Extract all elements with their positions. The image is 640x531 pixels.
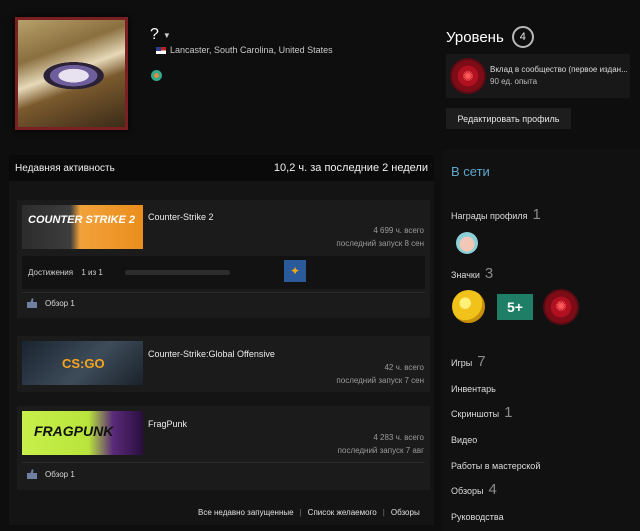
last-played: последний запуск 7 сен — [336, 376, 424, 385]
thumbs-up-icon — [27, 469, 37, 479]
thumbs-up-icon — [27, 298, 37, 308]
favorite-badge-text: Вклад в сообщество (первое издан... 90 е… — [490, 64, 628, 88]
last-played: последний запуск 8 сен — [336, 239, 424, 248]
favorite-badge-xp: 90 ед. опыта — [490, 77, 538, 86]
screenshots-count: 1 — [504, 404, 513, 421]
activity-footer-links: Все недавно запущенные | Список желаемог… — [198, 508, 420, 517]
location: Lancaster, South Carolina, United States — [156, 45, 333, 55]
achievements-count: 1 из 1 — [81, 268, 103, 277]
games-count: 7 — [477, 353, 486, 370]
review-row[interactable]: Обзор 1 — [27, 298, 75, 308]
divider — [22, 292, 425, 293]
review-label: Обзор 1 — [45, 298, 75, 308]
game-name[interactable]: Counter-Strike 2 — [148, 212, 214, 222]
game-thumbnail[interactable]: CS:GO — [22, 341, 143, 385]
games-label: Игры — [451, 358, 473, 368]
last-played: последний запуск 7 авг — [337, 446, 424, 455]
separator: | — [382, 508, 385, 517]
game-name[interactable]: Counter-Strike:Global Offensive — [148, 349, 275, 359]
badges-label: Значки — [451, 270, 480, 280]
online-status: В сети — [451, 164, 490, 179]
sidebar-item-awards[interactable]: Награды профиля 1 — [451, 206, 541, 223]
sidebar-item-reviews[interactable]: Обзоры 4 — [451, 481, 497, 498]
game-hours: 4 699 ч. всего последний запуск 8 сен — [336, 224, 424, 250]
chevron-down-icon[interactable]: ▼ — [163, 31, 171, 40]
workshop-label: Работы в мастерской — [451, 461, 541, 471]
inventory-label: Инвентарь — [451, 384, 496, 394]
level-header: Уровень 4 — [446, 26, 534, 48]
game-card-cs2: COUNTER STRIKE 2 Counter-Strike 2 4 699 … — [17, 200, 430, 318]
five-plus-badge[interactable]: 5+ — [497, 293, 533, 320]
review-label: Обзор 1 — [45, 469, 75, 479]
achievements-label: Достижения 1 из 1 — [28, 268, 103, 277]
cs2-logo-text: COUNTER STRIKE 2 — [28, 214, 135, 226]
avatar[interactable] — [15, 17, 128, 130]
community-seal-badge-icon[interactable] — [545, 290, 577, 323]
favorite-badge[interactable]: Вклад в сообщество (первое издан... 90 е… — [446, 54, 630, 98]
level-circle[interactable]: 4 — [511, 26, 534, 48]
location-text: Lancaster, South Carolina, United States — [170, 45, 333, 55]
edit-profile-button[interactable]: Редактировать профиль — [446, 108, 571, 129]
divider — [22, 462, 425, 463]
sidebar-item-workshop[interactable]: Работы в мастерской — [451, 461, 540, 471]
game-card-csgo: CS:GO Counter-Strike:Global Offensive 42… — [17, 336, 430, 392]
gold-coin-badge-icon[interactable] — [452, 290, 485, 323]
sidebar-item-video[interactable]: Видео — [451, 435, 477, 445]
game-thumbnail[interactable]: COUNTER STRIKE 2 — [22, 205, 143, 249]
hours-total: 4 699 ч. всего — [373, 226, 424, 235]
sidebar-item-guides[interactable]: Руководства — [451, 512, 504, 522]
recent-hours-summary: 10,2 ч. за последние 2 недели — [273, 162, 428, 174]
recent-activity-header: Недавняя активность 10,2 ч. за последние… — [9, 155, 434, 181]
sidebar-item-badges[interactable]: Значки 3 — [451, 265, 493, 282]
community-seal-icon — [452, 60, 484, 92]
hours-total: 42 ч. всего — [384, 363, 424, 372]
featured-badge-icon[interactable] — [151, 70, 162, 81]
achievement-icon[interactable] — [284, 260, 306, 282]
sidebar-item-screenshots[interactable]: Скриншоты 1 — [451, 404, 512, 421]
achievements-row[interactable]: Достижения 1 из 1 — [22, 256, 425, 289]
avatar-image — [18, 20, 125, 127]
achievements-progress-bar — [125, 270, 230, 275]
all-recent-link[interactable]: Все недавно запущенные — [198, 508, 294, 517]
favorite-badge-name: Вклад в сообщество (первое издан... — [490, 65, 628, 74]
separator: | — [299, 508, 302, 517]
sidebar-item-games[interactable]: Игры 7 — [451, 353, 486, 370]
persona-name[interactable]: ? ▼ — [150, 26, 171, 44]
video-label: Видео — [451, 435, 478, 445]
review-row[interactable]: Обзор 1 — [27, 469, 75, 479]
award-icon[interactable] — [456, 232, 478, 254]
game-thumbnail[interactable]: FRAGPUNK — [22, 411, 143, 455]
game-hours: 4 283 ч. всего последний запуск 7 авг — [338, 431, 424, 457]
hours-total: 4 283 ч. всего — [373, 433, 424, 442]
us-flag-icon — [156, 46, 166, 54]
persona-name-text: ? — [150, 26, 159, 43]
recent-activity-title[interactable]: Недавняя активность — [15, 163, 115, 174]
reviews-count: 4 — [488, 481, 497, 498]
game-hours: 42 ч. всего последний запуск 7 сен — [336, 361, 424, 387]
guides-label: Руководства — [451, 512, 504, 522]
csgo-logo-text: CS:GO — [62, 356, 105, 371]
awards-label: Награды профиля — [451, 211, 528, 221]
reviews-link[interactable]: Обзоры — [391, 508, 420, 517]
badge-row: 5+ — [452, 290, 577, 323]
awards-count: 1 — [532, 206, 541, 223]
fragpunk-logo-text: FRAGPUNK — [34, 423, 114, 439]
game-name[interactable]: FragPunk — [148, 419, 187, 429]
sidebar-item-inventory[interactable]: Инвентарь — [451, 384, 496, 394]
reviews-label: Обзоры — [451, 486, 484, 496]
achievements-label-text: Достижения — [28, 268, 74, 277]
badges-count: 3 — [484, 265, 494, 282]
game-card-fragpunk: FRAGPUNK FragPunk 4 283 ч. всего последн… — [17, 406, 430, 490]
screenshots-label: Скриншоты — [451, 409, 500, 419]
wishlist-link[interactable]: Список желаемого — [308, 508, 377, 517]
level-title: Уровень — [446, 28, 504, 46]
